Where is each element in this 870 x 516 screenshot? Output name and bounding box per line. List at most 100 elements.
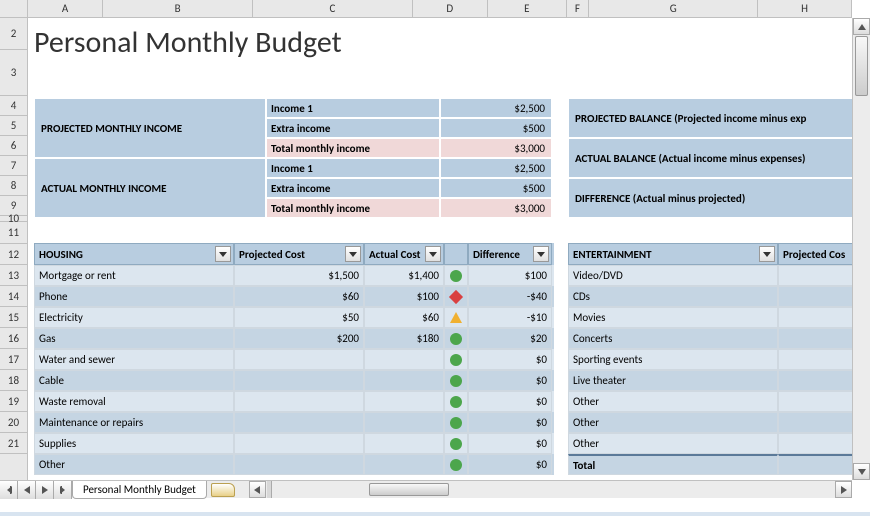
row-header-18[interactable]: 18: [0, 370, 27, 391]
spreadsheet-grid[interactable]: Personal Monthly Budget PROJECTED MONTHL…: [28, 18, 852, 480]
cell[interactable]: [234, 391, 364, 412]
cell[interactable]: Other: [568, 433, 778, 454]
income-row-value[interactable]: $2,500: [440, 158, 552, 178]
cell[interactable]: $1,500: [234, 265, 364, 286]
col-header-F[interactable]: F: [567, 0, 590, 17]
cell[interactable]: Total: [568, 454, 778, 475]
sheet-tab-active[interactable]: Personal Monthly Budget: [72, 481, 207, 499]
hscroll-thumb[interactable]: [369, 483, 449, 496]
table-header-cell[interactable]: HOUSING: [34, 243, 234, 265]
cell[interactable]: Electricity: [34, 307, 234, 328]
cell[interactable]: $100: [364, 286, 444, 307]
cell[interactable]: $60: [364, 307, 444, 328]
table-header-cell[interactable]: Difference: [468, 243, 552, 265]
col-header-B[interactable]: B: [103, 0, 253, 17]
row-header-2[interactable]: 2: [0, 18, 27, 50]
cell[interactable]: [444, 433, 468, 454]
cell[interactable]: [778, 412, 852, 433]
filter-button[interactable]: [425, 246, 441, 262]
row-header-19[interactable]: 19: [0, 391, 27, 412]
horizontal-scrollbar[interactable]: [249, 481, 852, 498]
row-header-5[interactable]: 5: [0, 116, 27, 136]
cell[interactable]: -$40: [468, 286, 552, 307]
cell[interactable]: Other: [34, 454, 234, 475]
cell[interactable]: $0: [468, 454, 552, 475]
income-row-value[interactable]: $3,000: [440, 198, 552, 218]
cell[interactable]: [778, 349, 852, 370]
row-header-8[interactable]: 8: [0, 176, 27, 196]
row-header-7[interactable]: 7: [0, 156, 27, 176]
cell[interactable]: $20: [468, 328, 552, 349]
cell[interactable]: [778, 307, 852, 328]
cell[interactable]: Phone: [34, 286, 234, 307]
cell[interactable]: $60: [234, 286, 364, 307]
filter-button[interactable]: [215, 246, 231, 262]
cell[interactable]: [364, 433, 444, 454]
cell[interactable]: $180: [364, 328, 444, 349]
col-header-A[interactable]: A: [28, 0, 103, 17]
cell[interactable]: [444, 454, 468, 475]
cell[interactable]: [778, 265, 852, 286]
cell[interactable]: $0: [468, 412, 552, 433]
col-header-D[interactable]: D: [413, 0, 488, 17]
cell[interactable]: [364, 391, 444, 412]
cell[interactable]: Gas: [34, 328, 234, 349]
table-header-cell[interactable]: Projected Cos: [778, 243, 852, 265]
col-header-G[interactable]: G: [589, 0, 758, 17]
cell[interactable]: $0: [468, 391, 552, 412]
cell[interactable]: CDs: [568, 286, 778, 307]
cell[interactable]: [234, 433, 364, 454]
vertical-scrollbar[interactable]: [852, 18, 870, 480]
row-header-6[interactable]: 6: [0, 136, 27, 156]
tab-last-button[interactable]: [54, 481, 72, 499]
scroll-up-button[interactable]: [853, 18, 870, 35]
cell[interactable]: [444, 349, 468, 370]
cell[interactable]: Movies: [568, 307, 778, 328]
cell[interactable]: [444, 286, 468, 307]
hscroll-split[interactable]: [267, 481, 272, 498]
table-header-cell[interactable]: ENTERTAINMENT: [568, 243, 778, 265]
row-header-20[interactable]: 20: [0, 412, 27, 433]
cell[interactable]: [444, 391, 468, 412]
cell[interactable]: $0: [468, 349, 552, 370]
cell[interactable]: $200: [234, 328, 364, 349]
cell[interactable]: [778, 370, 852, 391]
row-header-15[interactable]: 15: [0, 307, 27, 328]
cell[interactable]: Maintenance or repairs: [34, 412, 234, 433]
cell[interactable]: Concerts: [568, 328, 778, 349]
cell[interactable]: [444, 328, 468, 349]
cell[interactable]: [778, 454, 852, 475]
row-header-4[interactable]: 4: [0, 96, 27, 116]
cell[interactable]: Sporting events: [568, 349, 778, 370]
cell[interactable]: [444, 412, 468, 433]
cell[interactable]: Video/DVD: [568, 265, 778, 286]
cell[interactable]: $50: [234, 307, 364, 328]
cell[interactable]: [364, 370, 444, 391]
row-header-3[interactable]: 3: [0, 50, 27, 96]
table-header-cell[interactable]: Actual Cost: [364, 243, 444, 265]
scroll-down-button[interactable]: [853, 463, 870, 480]
col-header-H[interactable]: H: [758, 0, 852, 17]
cell[interactable]: [364, 454, 444, 475]
cell[interactable]: $100: [468, 265, 552, 286]
row-header-12[interactable]: 12: [0, 244, 27, 265]
cell[interactable]: [234, 349, 364, 370]
cell[interactable]: $0: [468, 370, 552, 391]
cell[interactable]: Water and sewer: [34, 349, 234, 370]
filter-button[interactable]: [759, 246, 775, 262]
cell[interactable]: [234, 454, 364, 475]
row-header-17[interactable]: 17: [0, 349, 27, 370]
filter-button[interactable]: [345, 246, 361, 262]
col-header-C[interactable]: C: [253, 0, 413, 17]
tab-next-button[interactable]: [36, 481, 54, 499]
cell[interactable]: Cable: [34, 370, 234, 391]
row-header-14[interactable]: 14: [0, 286, 27, 307]
income-row-value[interactable]: $2,500: [440, 98, 552, 118]
income-row-value[interactable]: $500: [440, 178, 552, 198]
cell[interactable]: $1,400: [364, 265, 444, 286]
cell[interactable]: [444, 265, 468, 286]
tab-first-button[interactable]: [0, 481, 18, 499]
cell[interactable]: Other: [568, 391, 778, 412]
cell[interactable]: [778, 328, 852, 349]
table-header-cell[interactable]: [444, 243, 468, 265]
